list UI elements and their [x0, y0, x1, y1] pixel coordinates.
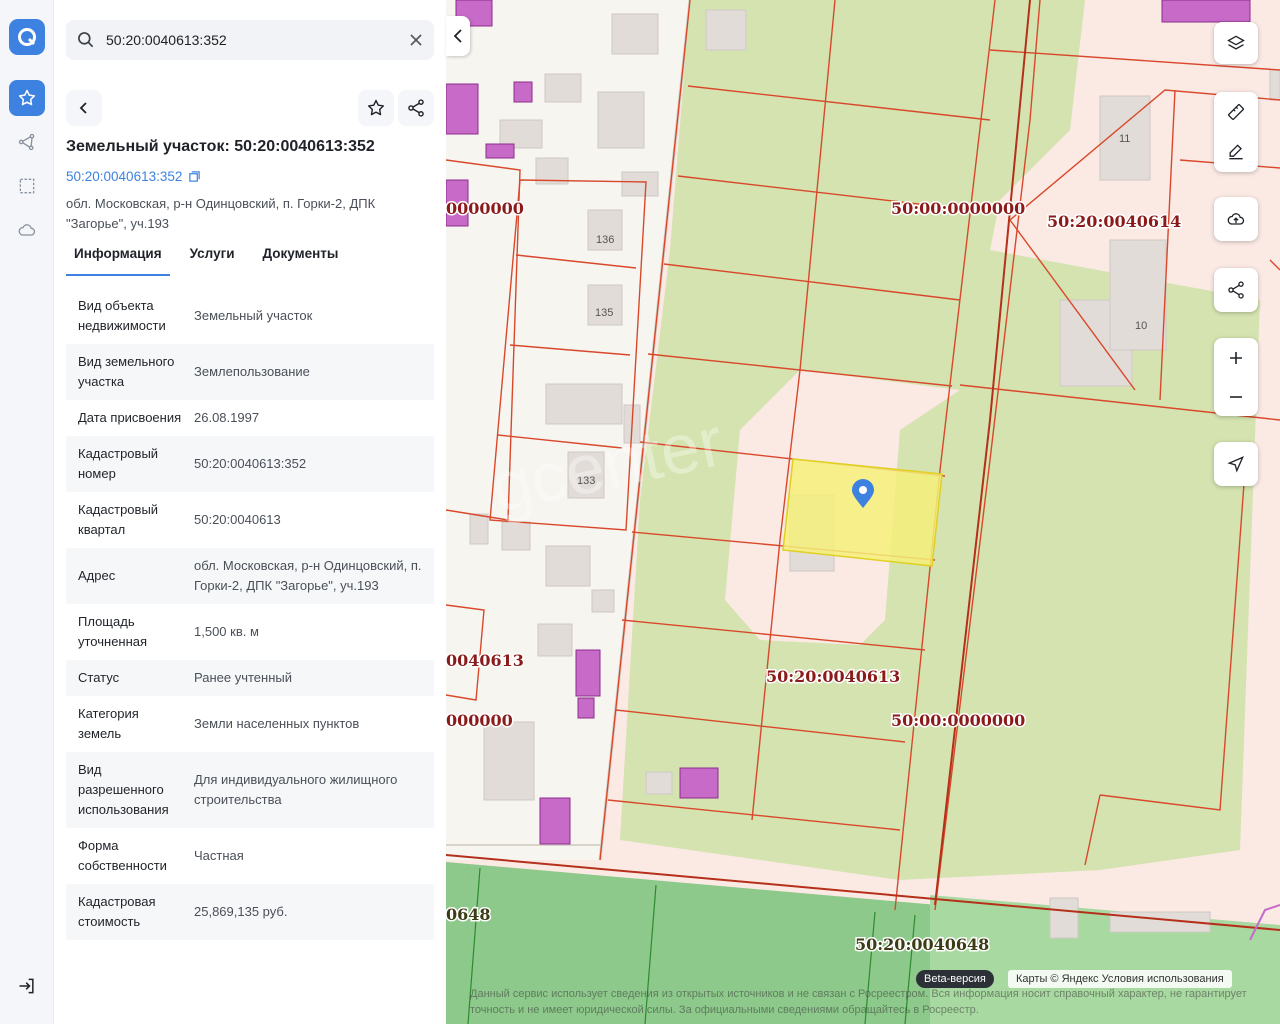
layers-button[interactable]	[1214, 22, 1258, 64]
cadastral-map[interactable]: 50:00:0000000 50:20:0040614 50:20:004061…	[446, 0, 1280, 1024]
row-key: Площадь уточненная	[78, 614, 148, 649]
row-value: 50:20:0040613:352	[194, 456, 307, 471]
table-row: Кадастровая стоимость 25,869,135 руб.	[66, 884, 434, 940]
zoom-in-icon[interactable]	[1228, 350, 1244, 366]
row-key: Кадастровый номер	[78, 446, 159, 481]
ruler-icon[interactable]	[1226, 102, 1246, 122]
row-value: 25,869,135 руб.	[194, 904, 288, 919]
zoom-out-icon[interactable]	[1228, 389, 1244, 405]
copy-icon[interactable]	[188, 170, 201, 183]
row-value: Ранее учтенный	[194, 670, 292, 685]
zoom-controls	[1214, 338, 1258, 416]
table-row: Дата присвоения 26.08.1997	[66, 400, 434, 436]
map-disclaimer: Данный сервис использует сведения из отк…	[470, 988, 1247, 1016]
collapse-panel-button[interactable]	[446, 16, 470, 56]
table-row: Площадь уточненная 1,500 кв. м	[66, 604, 434, 660]
row-key: Вид земельного участка	[78, 354, 175, 389]
cad-number-link[interactable]: 50:20:0040613:352	[66, 169, 201, 184]
tab-information[interactable]: Информация	[66, 240, 170, 276]
row-key: Категория земель	[78, 706, 139, 741]
route-nodes-icon[interactable]	[9, 124, 45, 160]
app-logo-icon[interactable]	[9, 19, 45, 55]
row-value: Землепользование	[194, 364, 310, 379]
left-rail	[0, 0, 54, 1024]
table-row: Вид разрешенного использования Для индиви…	[66, 752, 434, 828]
upload-button[interactable]	[1214, 197, 1258, 241]
row-key: Вид разрешенного использования	[78, 762, 169, 817]
measure-tools	[1214, 92, 1258, 172]
logout-icon[interactable]	[9, 968, 45, 1004]
table-row: Вид земельного участка Землепользование	[66, 344, 434, 400]
table-row: Форма собственности Частная	[66, 828, 434, 884]
tab-documents[interactable]: Документы	[255, 240, 347, 276]
layers-icon[interactable]	[1226, 33, 1246, 53]
search-icon	[76, 30, 96, 55]
favorite-star-button[interactable]	[358, 90, 394, 126]
object-address: обл. Московская, р-н Одинцовский, п. Гор…	[66, 196, 376, 231]
info-panel: Земельный участок: 50:20:0040613:352 50:…	[54, 0, 446, 1024]
table-row: Вид объекта недвижимости Земельный участо…	[66, 288, 434, 344]
row-key: Кадастровая стоимость	[78, 894, 156, 929]
row-value: 1,500 кв. м	[194, 624, 259, 639]
row-key: Статус	[78, 670, 120, 685]
row-value: 26.08.1997	[194, 410, 260, 425]
back-button[interactable]	[66, 90, 102, 126]
map-share-button[interactable]	[1214, 268, 1258, 312]
row-value: Земли населенных пунктов	[194, 716, 360, 731]
search-bar	[66, 20, 434, 60]
table-row: Кадастровый номер 50:20:0040613:352	[66, 436, 434, 492]
map-canvas[interactable]	[446, 0, 1280, 1024]
search-input[interactable]	[106, 28, 396, 52]
row-value: обл. Московская, р-н Одинцовский, п. Гор…	[194, 558, 422, 593]
tab-bar: Информация Услуги Документы	[66, 240, 358, 276]
table-row: Статус Ранее учтенный	[66, 660, 434, 696]
share-button[interactable]	[398, 90, 434, 126]
cad-number-text[interactable]: 50:20:0040613:352	[66, 169, 182, 184]
object-title: Земельный участок: 50:20:0040613:352	[66, 138, 375, 155]
share-icon[interactable]	[1226, 280, 1246, 300]
table-row: Адрес обл. Московская, р-н Одинцовский, п…	[66, 548, 434, 604]
area-select-icon[interactable]	[9, 168, 45, 204]
geolocation-button[interactable]	[1214, 442, 1258, 486]
cloud-icon[interactable]	[9, 212, 45, 248]
favorites-star-icon[interactable]	[9, 80, 45, 116]
row-key: Дата присвоения	[78, 410, 182, 425]
edit-icon[interactable]	[1226, 142, 1246, 162]
clear-search-icon[interactable]	[406, 30, 426, 50]
info-table: Вид объекта недвижимости Земельный участо…	[66, 288, 434, 940]
row-value: Частная	[194, 848, 244, 863]
row-key: Адрес	[78, 568, 116, 583]
row-key: Форма собственности	[78, 838, 167, 873]
row-key: Кадастровый квартал	[78, 502, 159, 537]
cloud-upload-icon[interactable]	[1226, 209, 1246, 229]
row-value: Земельный участок	[194, 308, 313, 323]
row-value: 50:20:0040613	[194, 512, 281, 527]
row-key: Вид объекта недвижимости	[78, 298, 166, 333]
table-row: Категория земель Земли населенных пунктов	[66, 696, 434, 752]
table-row: Кадастровый квартал 50:20:0040613	[66, 492, 434, 548]
chevron-left-icon[interactable]	[453, 29, 463, 43]
navigation-arrow-icon[interactable]	[1226, 454, 1246, 474]
row-value: Для индивидуального жилищного строительс…	[194, 772, 398, 807]
tab-services[interactable]: Услуги	[182, 240, 243, 276]
